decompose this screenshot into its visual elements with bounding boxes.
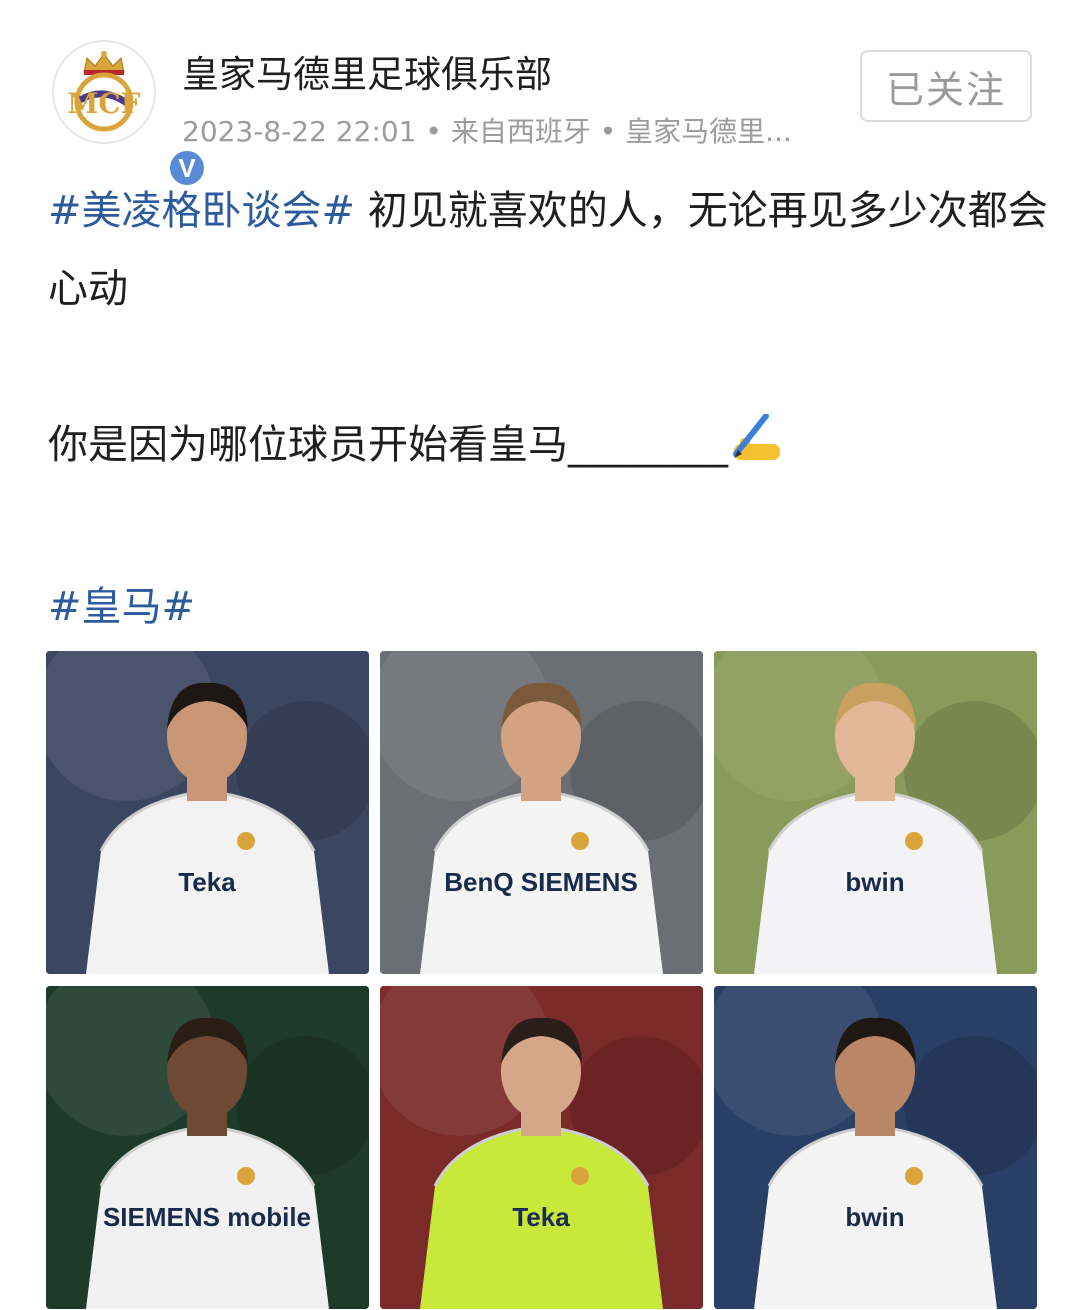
player-photo-icon: Teka — [380, 986, 703, 1309]
post-text: #美凌格卧谈会# 初见就喜欢的人，无论再见多少次都会心动 你是因为哪位球员开始看… — [48, 172, 1048, 646]
real-madrid-crest-icon: MCF — [67, 51, 141, 132]
post-question: 你是因为哪位球员开始看皇马________ — [48, 406, 1048, 490]
question-text: 你是因为哪位球员开始看皇马________ — [48, 422, 728, 468]
player-photo-icon: SIEMENS mobile — [46, 986, 369, 1309]
jersey-sponsor-text: bwin — [845, 1202, 904, 1232]
jersey-sponsor-text: BenQ SIEMENS — [444, 867, 638, 897]
player-photo-icon: BenQ SIEMENS — [380, 651, 703, 974]
hashtag-club[interactable]: #皇马# — [48, 584, 195, 630]
jersey-sponsor-text: SIEMENS mobile — [103, 1202, 311, 1232]
account-name[interactable]: 皇家马德里足球俱乐部 — [182, 44, 552, 98]
jersey-sponsor-text: Teka — [178, 867, 236, 897]
player-photo-icon: bwin — [714, 651, 1037, 974]
jersey-sponsor-text: bwin — [845, 867, 904, 897]
player-photo[interactable]: Teka — [380, 986, 703, 1309]
player-photo-icon: bwin — [714, 986, 1037, 1309]
player-photo[interactable]: bwin — [714, 986, 1037, 1309]
writing-hand-icon — [728, 412, 786, 490]
post-header: MCF V 皇家马德里足球俱乐部 2023-8-22 22:01 • 来自西班牙… — [0, 0, 1080, 188]
photo-grid: Teka BenQ SIEMENS bwin SIEMENS mobile Teka bw… — [46, 651, 1037, 1309]
player-photo[interactable]: bwin — [714, 651, 1037, 974]
jersey-sponsor-text: Teka — [512, 1202, 570, 1232]
player-photo[interactable]: SIEMENS mobile — [46, 986, 369, 1309]
follow-button[interactable]: 已关注 — [860, 50, 1032, 122]
player-photo[interactable]: BenQ SIEMENS — [380, 651, 703, 974]
player-photo-icon: Teka — [46, 651, 369, 974]
player-photo[interactable]: Teka — [46, 651, 369, 974]
hashtag-topic[interactable]: #美凌格卧谈会# — [48, 188, 355, 234]
post-line-intro: #美凌格卧谈会# 初见就喜欢的人，无论再见多少次都会心动 — [48, 172, 1048, 328]
post-meta: 2023-8-22 22:01 • 来自西班牙 • 皇家马德里... — [182, 115, 792, 148]
avatar[interactable]: MCF V — [52, 40, 207, 188]
svg-text:MCF: MCF — [67, 87, 140, 120]
